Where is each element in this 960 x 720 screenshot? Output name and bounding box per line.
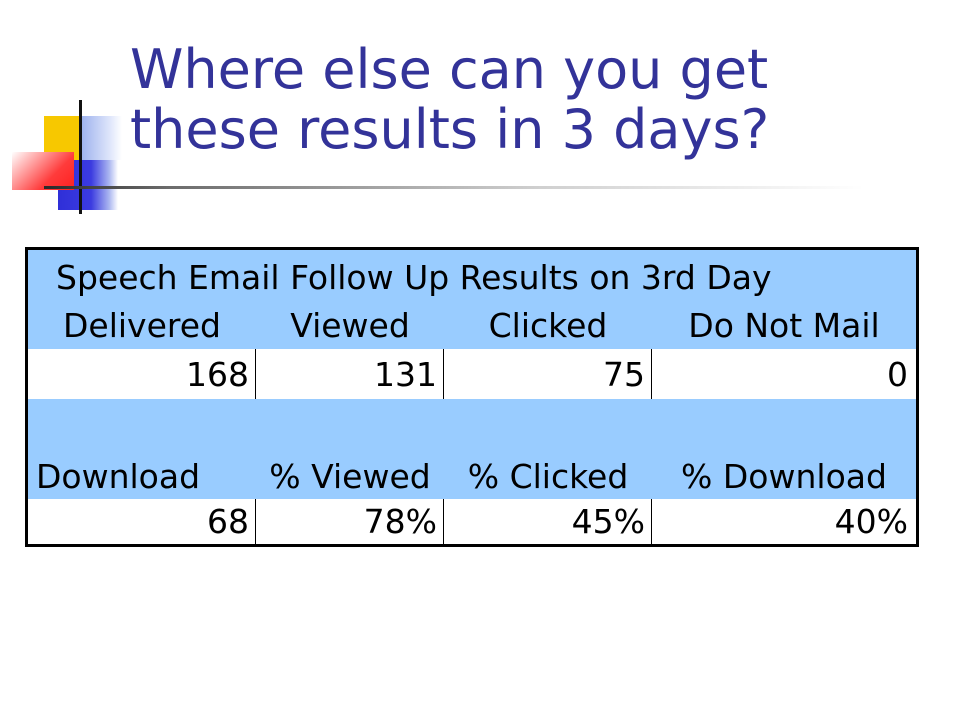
value-viewed: 131 [256, 349, 444, 399]
header-pct-viewed: % Viewed [269, 456, 431, 496]
header-clicked: Clicked [488, 305, 608, 345]
red-square-ornament [12, 152, 74, 190]
table-header-row: Download % Viewed % Clicked % Download [28, 453, 916, 499]
header-pct-download: % Download [681, 456, 887, 496]
header-do-not-mail: Do Not Mail [688, 305, 880, 345]
value-pct-download: 40% [834, 502, 908, 541]
table-caption-row: Speech Email Follow Up Results on 3rd Da… [28, 250, 916, 301]
table-caption: Speech Email Follow Up Results on 3rd Da… [56, 258, 772, 297]
value-do-not-mail: 0 [887, 354, 908, 394]
table-row: 168 131 75 0 [28, 349, 916, 399]
header-pct-clicked: % Clicked [467, 456, 629, 496]
table-spacer-row [28, 399, 916, 453]
value-clicked: 75 [444, 349, 652, 399]
results-table: Speech Email Follow Up Results on 3rd Da… [25, 247, 919, 547]
title-underline [44, 186, 864, 189]
slide-title: Where else can you get these results in … [130, 38, 770, 161]
value-download: 68 [28, 499, 256, 544]
value-pct-viewed: 78% [256, 499, 444, 544]
header-viewed: Viewed [290, 305, 410, 345]
header-download: Download [36, 456, 201, 496]
header-delivered: Delivered [63, 305, 221, 345]
value-delivered: 168 [28, 349, 256, 399]
light-blue-square-ornament [82, 116, 122, 160]
table-header-row: Delivered Viewed Clicked Do Not Mail [28, 301, 916, 349]
value-pct-clicked: 45% [444, 499, 652, 544]
table-row: 68 78% 45% 40% [28, 499, 916, 544]
vertical-rule [79, 100, 82, 214]
